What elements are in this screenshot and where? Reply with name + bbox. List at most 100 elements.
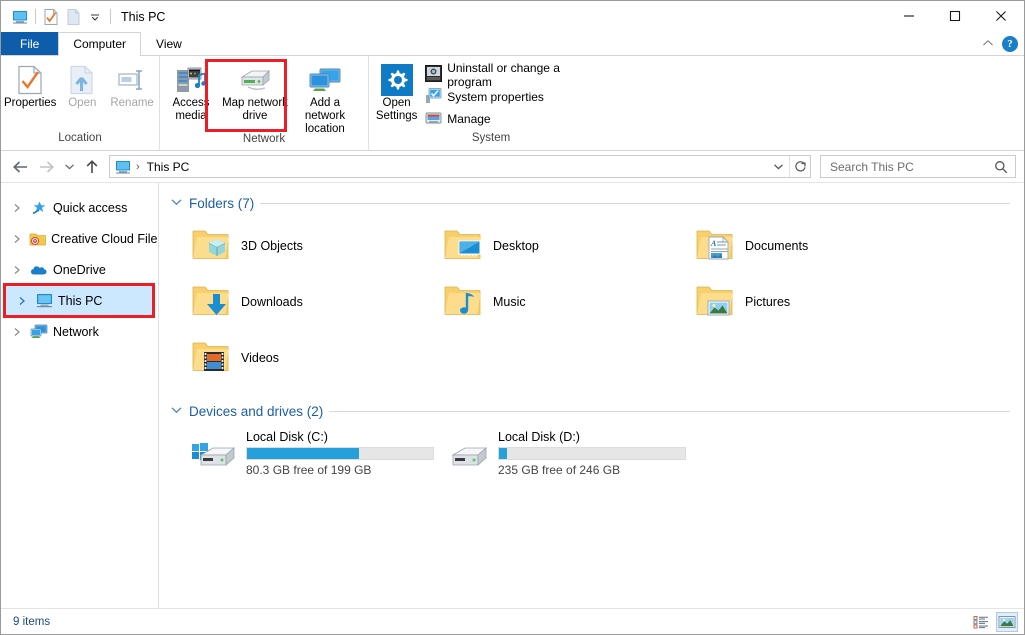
drive-info-d: Local Disk (D:) 235 GB free of 246 GB xyxy=(498,426,686,477)
ribbon-group-location: Properties Open xyxy=(1,56,159,150)
sidebar-label-this-pc: This PC xyxy=(58,294,102,308)
this-pc-icon xyxy=(34,293,54,308)
folder-3d-objects-icon xyxy=(191,227,231,266)
system-small-buttons: Uninstall or change a program System pro… xyxy=(422,60,611,130)
system-properties-icon xyxy=(425,87,442,107)
folder-label-pictures: Pictures xyxy=(745,295,790,309)
folder-label-desktop: Desktop xyxy=(493,239,539,253)
properties-button[interactable]: Properties xyxy=(3,60,57,113)
folder-tile-music[interactable]: Music xyxy=(421,274,673,330)
folder-tile-desktop[interactable]: Desktop xyxy=(421,218,673,274)
search-icon[interactable] xyxy=(991,160,1011,174)
chevron-right-icon[interactable] xyxy=(9,203,25,213)
previous-locations-icon[interactable] xyxy=(768,156,789,177)
map-network-drive-button[interactable]: Map network drive xyxy=(220,60,290,126)
collapse-ribbon-icon[interactable] xyxy=(982,37,994,51)
system-properties-button[interactable]: System properties xyxy=(422,86,611,108)
sidebar-item-creative-cloud-files[interactable]: Creative Cloud Files xyxy=(1,223,158,254)
folder-tile-documents[interactable]: A Documents xyxy=(673,218,925,274)
section-header-devices[interactable]: Devices and drives (2) xyxy=(169,400,1024,422)
folder-tile-videos[interactable]: Videos xyxy=(169,330,421,386)
large-icons-view-icon[interactable] xyxy=(996,612,1018,632)
drives-grid: Local Disk (C:) 80.3 GB free of 199 GB xyxy=(169,426,1024,488)
drive-icon xyxy=(443,426,489,475)
open-settings-button[interactable]: Open Settings xyxy=(371,60,422,126)
chevron-down-icon[interactable] xyxy=(171,197,183,209)
uninstall-program-button[interactable]: Uninstall or change a program xyxy=(422,64,611,86)
refresh-icon[interactable] xyxy=(789,156,810,177)
file-explorer-window: This PC File Computer View ? xyxy=(0,0,1025,635)
tab-view[interactable]: View xyxy=(141,32,197,55)
folder-label-music: Music xyxy=(493,295,526,309)
folder-tile-pictures[interactable]: Pictures xyxy=(673,274,925,330)
sidebar-item-network[interactable]: Network xyxy=(1,316,158,347)
breadcrumb-this-pc-icon xyxy=(115,160,131,174)
navigation-pane: Quick access Creative Cloud Files xyxy=(1,183,159,608)
forward-button[interactable] xyxy=(33,155,59,179)
tab-file[interactable]: File xyxy=(1,32,58,55)
ribbon-group-system: Open Settings Unin xyxy=(368,56,613,150)
address-bar: › This PC xyxy=(1,151,1024,182)
sidebar-item-this-pc[interactable]: This PC xyxy=(5,285,154,316)
chevron-down-icon[interactable] xyxy=(171,405,183,417)
folder-videos-icon xyxy=(191,339,231,378)
manage-button[interactable]: Manage xyxy=(422,108,611,130)
breadcrumb-current[interactable]: This PC xyxy=(147,160,190,174)
content-pane: Folders (7) 3D Objects xyxy=(159,183,1024,608)
this-pc-icon[interactable] xyxy=(9,6,31,28)
title-bar: This PC xyxy=(1,1,1024,32)
recent-locations-button[interactable] xyxy=(59,155,79,179)
drive-tile-local-disk-c[interactable]: Local Disk (C:) 80.3 GB free of 199 GB xyxy=(169,426,421,488)
chevron-right-icon[interactable] xyxy=(14,296,30,306)
chevron-right-icon[interactable] xyxy=(9,327,25,337)
manage-label: Manage xyxy=(447,112,490,126)
new-folder-icon[interactable] xyxy=(62,6,84,28)
ribbon-group-network: Access media Map network drive xyxy=(159,56,368,150)
settings-gear-icon xyxy=(380,63,414,97)
folder-label-documents: Documents xyxy=(745,239,808,253)
drive-info-c: Local Disk (C:) 80.3 GB free of 199 GB xyxy=(246,426,434,477)
details-view-icon[interactable] xyxy=(970,612,992,632)
sidebar-label-network: Network xyxy=(53,325,99,339)
open-button[interactable]: Open xyxy=(57,60,107,113)
rename-button[interactable]: Rename xyxy=(107,60,157,113)
section-header-folders[interactable]: Folders (7) xyxy=(169,192,1024,214)
properties-icon[interactable] xyxy=(40,6,62,28)
map-network-drive-label: Map network drive xyxy=(221,97,289,123)
folder-label-3d-objects: 3D Objects xyxy=(241,239,303,253)
maximize-button[interactable] xyxy=(932,1,978,31)
drive-usage-fill-c xyxy=(247,448,359,459)
ribbon-tabstrip: File Computer View ? xyxy=(1,32,1024,56)
breadcrumb-bar[interactable]: › This PC xyxy=(109,155,811,178)
search-box[interactable] xyxy=(820,155,1016,178)
folder-tile-downloads[interactable]: Downloads xyxy=(169,274,421,330)
open-icon xyxy=(69,63,95,97)
breadcrumb-separator[interactable]: › xyxy=(136,161,140,173)
chevron-right-icon[interactable] xyxy=(9,265,25,275)
qat-separator-2 xyxy=(110,9,111,24)
folders-grid: 3D Objects Desktop xyxy=(169,218,1024,386)
back-button[interactable] xyxy=(7,155,33,179)
ribbon-group-location-label: Location xyxy=(1,131,159,150)
close-button[interactable] xyxy=(978,1,1024,31)
customize-dropdown-icon[interactable] xyxy=(84,6,106,28)
rename-icon xyxy=(117,63,147,97)
help-icon[interactable]: ? xyxy=(1002,36,1018,52)
section-rule xyxy=(329,411,1010,412)
properties-icon xyxy=(17,63,43,97)
access-media-button[interactable]: Access media xyxy=(162,60,220,126)
up-button[interactable] xyxy=(79,155,105,179)
drive-tile-local-disk-d[interactable]: Local Disk (D:) 235 GB free of 246 GB xyxy=(421,426,673,488)
ribbon-tab-right-tools: ? xyxy=(982,32,1024,55)
search-input[interactable] xyxy=(830,160,991,174)
chevron-right-icon[interactable] xyxy=(9,234,24,244)
breadcrumb-tools xyxy=(768,156,810,177)
drive-name-c: Local Disk (C:) xyxy=(246,430,434,444)
folder-tile-3d-objects[interactable]: 3D Objects xyxy=(169,218,421,274)
system-drive-icon xyxy=(191,426,237,475)
sidebar-item-quick-access[interactable]: Quick access xyxy=(1,192,158,223)
sidebar-item-onedrive[interactable]: OneDrive xyxy=(1,254,158,285)
tab-computer[interactable]: Computer xyxy=(58,32,141,56)
minimize-button[interactable] xyxy=(886,1,932,31)
add-network-location-button[interactable]: Add a network location xyxy=(290,60,360,139)
